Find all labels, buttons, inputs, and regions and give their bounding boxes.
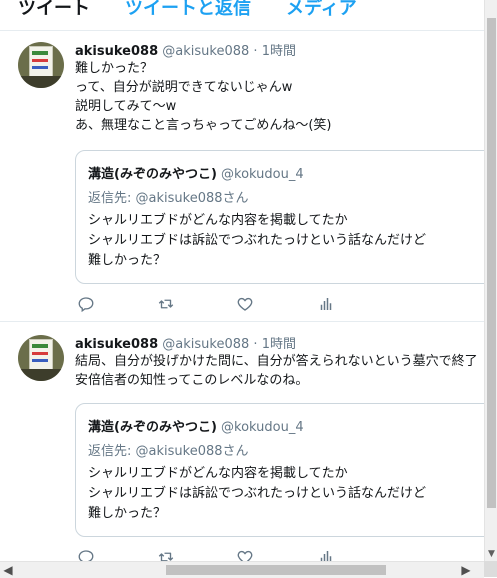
quoted-user-handle: @kokudou_4: [221, 167, 304, 182]
quoted-line: シャルリエブドは訴訟でつぶれたっけという話なんだけど: [88, 233, 427, 248]
tweet-line: って、自分が説明できてないじゃんw: [75, 80, 293, 95]
quoted-line: シャルリエブドは訴訟でつぶれたっけという話なんだけど: [88, 486, 427, 501]
tab-tweets[interactable]: ツイート: [18, 0, 90, 20]
quoted-tweet[interactable]: 溝造(みぞのみやつこ) @kokudou_4 返信先: @akisuke088さ…: [75, 403, 484, 537]
tweet-actions: [75, 295, 375, 315]
reply-to-user[interactable]: @akisuke088さん: [136, 444, 249, 459]
quoted-tweet-header: 溝造(みぞのみやつこ) @kokudou_4: [88, 416, 304, 435]
tab-media[interactable]: メディア: [286, 0, 357, 20]
avatar[interactable]: [18, 42, 64, 88]
quoted-text: シャルリエブドがどんな内容を掲載してたか シャルリエブドは訴訟でつぶれたっけとい…: [88, 211, 426, 271]
quoted-line: 難しかった？: [88, 506, 167, 521]
tweet-text: 難しかった？ って、自分が説明できてないじゃんw 説明してみて〜w あ、無理なこ…: [75, 59, 480, 135]
avatar[interactable]: [18, 335, 64, 381]
reply-to-user[interactable]: @akisuke088さん: [136, 191, 249, 206]
tweet-2[interactable]: akisuke088 @akisuke088 · 1時間 結局、自分が投げかけた…: [0, 322, 484, 561]
reply-context: 返信先: @akisuke088さん: [88, 440, 249, 459]
reply-prefix: 返信先:: [88, 191, 136, 206]
quoted-line: シャルリエブドがどんな内容を掲載してたか: [88, 213, 348, 228]
quoted-user-handle: @kokudou_4: [221, 420, 304, 435]
quoted-display-name: 溝造(みぞのみやつこ): [88, 167, 217, 182]
tweet-line: 難しかった？: [75, 61, 154, 76]
user-handle[interactable]: @akisuke088: [162, 337, 249, 352]
quoted-line: 難しかった？: [88, 253, 167, 268]
reply-icon[interactable]: [77, 295, 97, 315]
reply-context: 返信先: @akisuke088さん: [88, 187, 249, 206]
tweet-header: akisuke088 @akisuke088 · 1時間: [75, 40, 296, 59]
tweet-header: akisuke088 @akisuke088 · 1時間: [75, 333, 296, 352]
reply-icon[interactable]: [77, 548, 97, 561]
retweet-icon[interactable]: [157, 295, 177, 315]
horizontal-scroll-thumb[interactable]: [166, 565, 386, 575]
horizontal-scrollbar[interactable]: ◀ ▶: [0, 561, 484, 578]
tweet-line: 説明してみて〜w: [75, 99, 177, 114]
display-name[interactable]: akisuke088: [75, 337, 158, 352]
separator-dot: ·: [253, 44, 258, 59]
vertical-scrollbar[interactable]: ▼: [484, 0, 497, 561]
retweet-icon[interactable]: [157, 548, 177, 561]
tweet-1[interactable]: akisuke088 @akisuke088 · 1時間 難しかった？ って、自…: [0, 31, 484, 322]
display-name[interactable]: akisuke088: [75, 44, 158, 59]
analytics-icon[interactable]: [317, 295, 337, 315]
quoted-text: シャルリエブドがどんな内容を掲載してたか シャルリエブドは訴訟でつぶれたっけとい…: [88, 464, 426, 524]
timestamp[interactable]: 1時間: [262, 337, 296, 352]
like-icon[interactable]: [236, 295, 256, 315]
quoted-tweet[interactable]: 溝造(みぞのみやつこ) @kokudou_4 返信先: @akisuke088さ…: [75, 150, 484, 284]
tweet-text: 結局、自分が投げかけた問に、自分が答えられないという墓穴で終了 安倍信者の知性っ…: [75, 352, 480, 390]
quoted-line: シャルリエブドがどんな内容を掲載してたか: [88, 466, 348, 481]
timestamp[interactable]: 1時間: [262, 44, 296, 59]
tweet-actions: [75, 548, 375, 561]
scroll-left-arrow-icon[interactable]: ◀: [0, 562, 16, 578]
profile-tabs: ツイート ツイートと返信 メディア: [0, 0, 484, 31]
reply-prefix: 返信先:: [88, 444, 136, 459]
quoted-display-name: 溝造(みぞのみやつこ): [88, 420, 217, 435]
like-icon[interactable]: [236, 548, 256, 561]
quoted-tweet-header: 溝造(みぞのみやつこ) @kokudou_4: [88, 163, 304, 182]
timeline-viewport: ツイート ツイートと返信 メディア akisuke088 @akisuke088…: [0, 0, 484, 561]
separator-dot: ·: [253, 337, 258, 352]
scroll-right-arrow-icon[interactable]: ▶: [458, 562, 474, 578]
analytics-icon[interactable]: [317, 548, 337, 561]
tweet-line: 結局、自分が投げかけた問に、自分が答えられないという墓穴で終了: [75, 354, 478, 369]
user-handle[interactable]: @akisuke088: [162, 44, 249, 59]
tweet-line: 安倍信者の知性ってこのレベルなのね。: [75, 373, 309, 388]
tweet-line: あ、無理なこと言っちゃってごめんね〜(笑): [75, 118, 332, 133]
tab-tweets-and-replies[interactable]: ツイートと返信: [125, 0, 251, 20]
vertical-scroll-thumb[interactable]: [487, 18, 496, 508]
scrollbar-corner: [484, 561, 497, 577]
scroll-down-arrow-icon[interactable]: ▼: [485, 548, 497, 561]
